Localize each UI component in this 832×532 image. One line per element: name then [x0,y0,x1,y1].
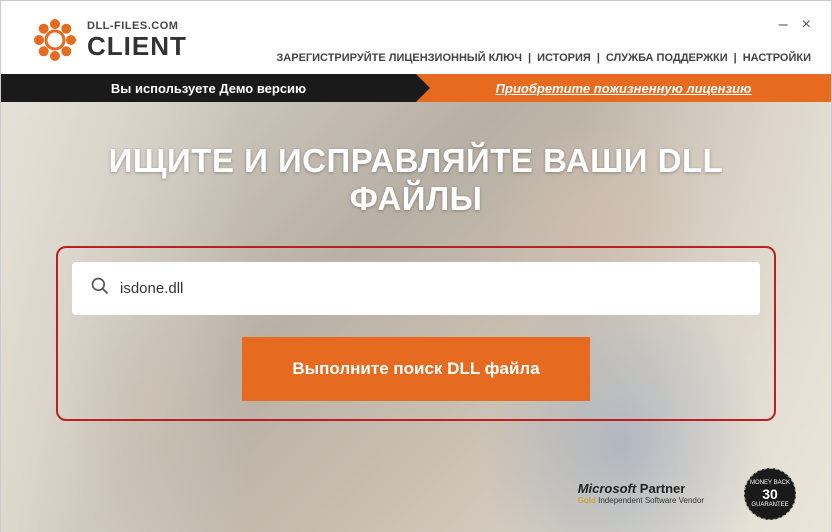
microsoft-partner-badge: Microsoft Partner Gold Independent Softw… [578,482,704,505]
logo: DLL-FILES.COM CLIENT [31,16,187,64]
logo-product: CLIENT [87,32,187,61]
nav-settings[interactable]: НАСТРОЙКИ [743,52,811,64]
top-nav: ЗАРЕГИСТРИРУЙТЕ ЛИЦЕНЗИОННЫЙ КЛЮЧ | ИСТО… [276,52,811,64]
guarantee-days: 30 [762,486,778,502]
gear-icon [31,16,79,64]
logo-domain: DLL-FILES.COM [87,20,187,32]
app-header: DLL-FILES.COM CLIENT – × ЗАРЕГИСТРИРУЙТЕ… [1,1,831,74]
nav-sep: | [528,52,531,64]
promo-banner: Вы используете Демо версию Приобретите п… [1,74,831,102]
search-icon [90,276,110,301]
nav-support[interactable]: СЛУЖБА ПОДДЕРЖКИ [606,52,728,64]
header-right: – × ЗАРЕГИСТРИРУЙТЕ ЛИЦЕНЗИОННЫЙ КЛЮЧ | … [276,16,811,64]
footer-badges: Microsoft Partner Gold Independent Softw… [578,468,796,520]
banner-buy-link[interactable]: Приобретите пожизненную лицензию [416,74,831,102]
nav-sep: | [734,52,737,64]
hero-title: ИЩИТЕ И ИСПРАВЛЯЙТЕ ВАШИ DLL ФАЙЛЫ [51,142,781,218]
partner-word: Partner [636,481,685,496]
search-box: Выполните поиск DLL файла [56,246,776,421]
window-controls: – × [779,16,811,34]
gold-word: Gold [578,496,596,505]
search-input[interactable] [120,280,742,297]
close-button[interactable]: × [802,16,811,34]
hero-section: ИЩИТЕ И ИСПРАВЛЯЙТЕ ВАШИ DLL ФАЙЛЫ Выпол… [1,102,831,532]
search-input-wrap [72,262,760,315]
hero-content: ИЩИТЕ И ИСПРАВЛЯЙТЕ ВАШИ DLL ФАЙЛЫ Выпол… [1,102,831,421]
guarantee-badge: MONEY BACK 30 GUARANTEE [744,468,796,520]
guarantee-bottom: GUARANTEE [751,502,788,508]
minimize-button[interactable]: – [779,16,788,34]
banner-demo: Вы используете Демо версию [1,74,416,102]
isv-words: Independent Software Vendor [596,496,704,505]
search-button[interactable]: Выполните поиск DLL файла [242,337,589,401]
nav-history[interactable]: ИСТОРИЯ [537,52,591,64]
nav-register[interactable]: ЗАРЕГИСТРИРУЙТЕ ЛИЦЕНЗИОННЫЙ КЛЮЧ [276,52,522,64]
logo-text: DLL-FILES.COM CLIENT [87,20,187,61]
ms-word: Microsoft [578,481,637,496]
nav-sep: | [597,52,600,64]
